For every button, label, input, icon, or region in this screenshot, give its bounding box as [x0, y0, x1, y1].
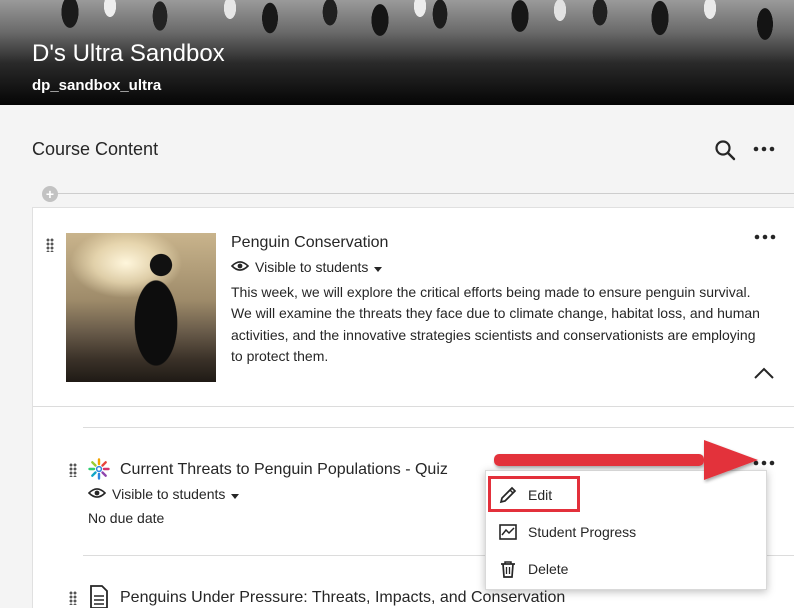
folder-more-options-icon[interactable]	[753, 230, 777, 244]
folder-title[interactable]: Penguin Conservation	[231, 234, 388, 252]
more-options-icon[interactable]	[752, 140, 776, 158]
chevron-up-icon[interactable]	[753, 366, 775, 380]
menu-item-student-progress[interactable]: Student Progress	[486, 514, 766, 550]
divider	[83, 427, 794, 428]
divider	[33, 406, 794, 407]
menu-item-delete[interactable]: Delete	[486, 551, 766, 587]
quiz-title[interactable]: Current Threats to Penguin Populations -…	[120, 461, 448, 479]
eye-icon	[87, 486, 107, 502]
course-title: D's Ultra Sandbox	[32, 40, 225, 67]
quiz-visibility-dropdown[interactable]: Visible to students	[87, 486, 240, 502]
visibility-label: Visible to students	[112, 486, 226, 502]
eye-icon	[230, 259, 250, 275]
arrow-annotation-icon	[492, 436, 762, 484]
divider	[56, 193, 794, 194]
progress-icon	[498, 522, 518, 542]
document-icon	[90, 585, 108, 608]
drag-handle-icon[interactable]	[69, 463, 77, 477]
search-icon[interactable]	[714, 139, 736, 161]
visibility-label: Visible to students	[255, 259, 369, 275]
caret-down-icon	[374, 259, 383, 275]
folder-description: This week, we will explore the critical …	[231, 284, 760, 365]
folder-visibility-dropdown[interactable]: Visible to students	[230, 259, 383, 275]
course-id: dp_sandbox_ultra	[32, 77, 162, 94]
trash-icon	[498, 559, 518, 579]
plus-icon[interactable]: +	[42, 186, 58, 202]
caret-down-icon	[231, 486, 240, 502]
menu-item-label: Delete	[528, 561, 569, 577]
folder-thumbnail	[66, 233, 216, 382]
course-banner: D's Ultra Sandbox dp_sandbox_ultra	[0, 0, 794, 105]
due-date: No due date	[88, 510, 165, 526]
quiz-icon	[88, 458, 110, 480]
drag-handle-icon[interactable]	[46, 238, 54, 252]
page-title: Course Content	[32, 139, 159, 159]
drag-handle-icon[interactable]	[69, 591, 77, 605]
document-title[interactable]: Penguins Under Pressure: Threats, Impact…	[120, 589, 565, 607]
menu-item-label: Student Progress	[528, 524, 637, 540]
